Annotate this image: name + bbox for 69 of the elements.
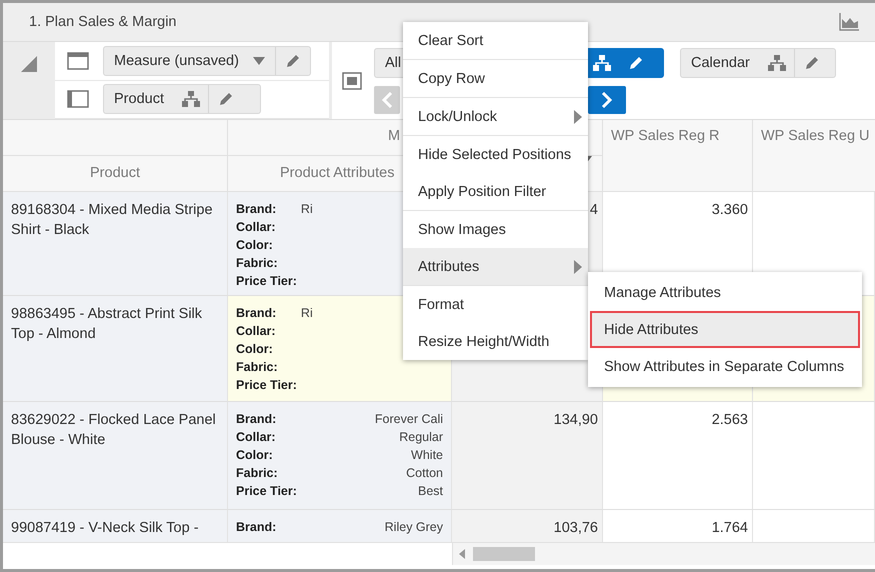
attribute-label: Collar:	[236, 429, 277, 446]
menu-item[interactable]: Hide Selected Positions	[403, 136, 588, 173]
cell-value: 134,90	[554, 412, 598, 428]
cell-value: 3.360	[712, 202, 748, 218]
hierarchy-button[interactable]: Product	[103, 84, 261, 114]
attribute-label: Price Tier:	[236, 377, 297, 394]
menu-item[interactable]: Copy Row	[403, 60, 588, 97]
attribute-label: Brand:	[236, 305, 278, 322]
caret-icon	[253, 56, 265, 65]
column-layout-icon	[67, 52, 89, 70]
row-layout-icon	[67, 90, 89, 108]
column-header[interactable]: Product	[90, 165, 140, 181]
attribute-label: Fabric:	[236, 359, 279, 376]
cell-value: 103,76	[554, 520, 598, 536]
attribute-label: Price Tier:	[236, 273, 297, 290]
menu-item[interactable]: Show Images	[403, 211, 588, 248]
menu-item[interactable]: Show Attributes in Separate Columns	[590, 348, 860, 385]
attribute-label: Color:	[236, 237, 274, 254]
scroll-left-icon[interactable]	[459, 549, 465, 559]
cell-value: 4	[590, 202, 598, 218]
menu-item[interactable]: Lock/Unlock	[403, 98, 588, 135]
attribute-value: Regular	[399, 430, 443, 444]
attribute-value: White	[411, 448, 443, 462]
menu-item[interactable]: Manage Attributes	[590, 274, 860, 311]
menu-item[interactable]: Apply Position Filter	[403, 173, 588, 210]
attribute-label: Collar:	[236, 219, 277, 236]
menu-item[interactable]: Resize Height/Width	[403, 323, 588, 360]
attribute-label: Brand:	[236, 519, 276, 536]
menu-item[interactable]: Hide Attributes	[590, 311, 860, 348]
attribute-label: Collar:	[236, 323, 277, 340]
attribute-label: Brand:	[236, 201, 278, 218]
product-name: 98863495 - Abstract Print Silk Top - Almond	[11, 306, 202, 342]
product-name: 83629022 - Flocked Lace Panel Blouse - White	[11, 412, 216, 448]
attribute-value: Ri	[300, 306, 313, 320]
menu-item[interactable]: Format	[403, 286, 588, 323]
attribute-label: Color:	[236, 447, 274, 464]
chevron-right-icon	[601, 92, 613, 108]
hierarchy-icon	[182, 91, 200, 108]
hierarchy-icon	[593, 54, 611, 70]
attribute-label: Color:	[236, 341, 274, 358]
attribute-value: Cotton	[406, 466, 443, 480]
attribute-value: Forever Cali	[374, 412, 443, 426]
chevron-left-icon	[381, 92, 393, 108]
attribute-label: Fabric:	[236, 465, 279, 482]
product-name: 89168304 - Mixed Media Stripe Shirt - Black	[11, 202, 213, 238]
hierarchy-button[interactable]: Calendar	[680, 48, 836, 78]
next-button[interactable]	[588, 86, 626, 114]
product-name: 99087419 - V-Neck Silk Top -	[11, 520, 199, 536]
menu-item[interactable]: Attributes	[403, 248, 588, 285]
column-header[interactable]: WP Sales Reg R	[611, 128, 720, 144]
attribute-value: Ri	[300, 202, 313, 216]
corner-triangle-icon[interactable]	[21, 56, 37, 72]
group-header: M	[388, 128, 400, 144]
area-chart-icon[interactable]	[839, 13, 859, 31]
hierarchy-icon	[768, 54, 786, 70]
scrollbar-thumb[interactable]	[473, 547, 535, 561]
attribute-label: Brand:	[236, 411, 278, 428]
attribute-label: Price Tier:	[236, 483, 297, 500]
attribute-label: Fabric:	[236, 255, 279, 272]
page-layout-icon	[342, 72, 362, 90]
cell-value: 2.563	[712, 412, 748, 428]
cell-value: 1.764	[712, 520, 748, 536]
menu-item[interactable]: Clear Sort	[403, 22, 588, 59]
attribute-value: Best	[418, 484, 443, 498]
panel-title: 1. Plan Sales & Margin	[29, 14, 176, 30]
attribute-value: Riley Grey	[384, 520, 443, 534]
dropdown-button[interactable]: Measure (unsaved)	[103, 46, 311, 76]
previous-button[interactable]	[374, 86, 400, 114]
column-header[interactable]: WP Sales Reg U	[761, 128, 870, 144]
